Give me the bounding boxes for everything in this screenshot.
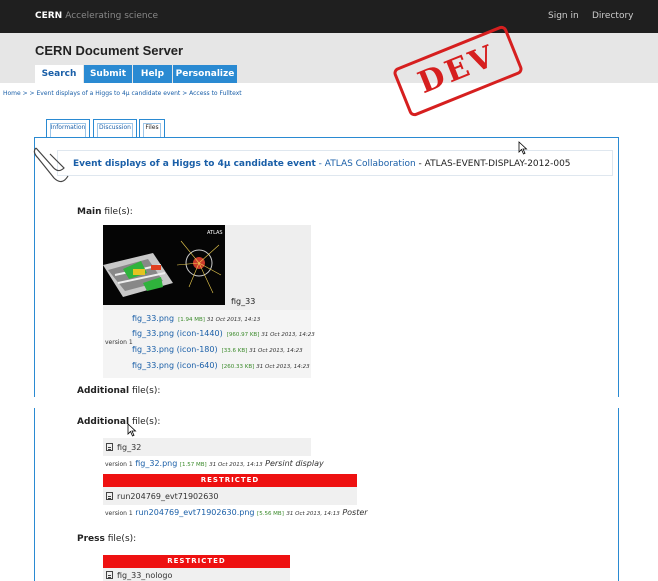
mouse-cursor-icon <box>518 141 528 155</box>
file-row: fig_33.png (icon-180) [33.6 KB] 31 Oct 201… <box>132 345 303 354</box>
event-display-image: ATLAS <box>103 225 225 305</box>
tab-information[interactable]: Information <box>46 119 90 137</box>
file-row: fig_33.png [1.94 MB] 31 Oct 2013, 14:13 <box>132 314 261 323</box>
file-link[interactable]: fig_33.png <box>132 314 174 323</box>
collaboration-link[interactable]: ATLAS Collaboration <box>325 159 416 169</box>
file-link[interactable]: fig_33.png (icon-640) <box>132 361 218 370</box>
sign-in-link[interactable]: Sign in <box>548 11 579 21</box>
file-link[interactable]: fig_32.png <box>135 459 177 468</box>
file-link[interactable]: fig_33.png (icon-180) <box>132 345 218 354</box>
file-version-row: version 1 fig_32.png [1.57 MB] 31 Oct 20… <box>105 459 324 468</box>
tab-submit[interactable]: Submit <box>84 65 132 83</box>
main-files-heading: Main file(s): <box>77 207 133 217</box>
file-title: run204769_evt71902630 <box>106 492 218 501</box>
press-files-heading: Press file(s): <box>77 534 137 544</box>
tab-files[interactable]: Files <box>139 119 165 138</box>
file-link[interactable]: fig_33.png (icon-1440) <box>132 329 223 338</box>
cern-brand[interactable]: CERN Accelerating science <box>35 11 158 21</box>
mouse-cursor-icon <box>127 423 137 437</box>
top-bar: CERN Accelerating science Sign in Directo… <box>0 0 658 33</box>
file-version-row: version 1 run204769_evt71902630.png [5.5… <box>105 508 368 517</box>
document-icon <box>106 571 113 579</box>
site-header: CERN Document Server Search Submit Help … <box>0 33 658 83</box>
file-title: fig_33_nologo <box>106 571 172 580</box>
record-id: ATLAS-EVENT-DISPLAY-2012-005 <box>424 159 571 169</box>
record-title-link[interactable]: Event displays of a Higgs to 4μ candidat… <box>73 159 316 169</box>
file-title: fig_32 <box>106 443 141 452</box>
tab-discussion[interactable]: Discussion <box>93 119 137 137</box>
tab-search[interactable]: Search <box>35 65 83 83</box>
event-display-thumbnail[interactable]: ATLAS <box>103 225 225 305</box>
document-icon <box>106 443 113 451</box>
restricted-banner: RESTRICTED <box>103 555 290 568</box>
additional-files-heading-2: Additional file(s): <box>77 417 161 427</box>
file-row: fig_33.png (icon-1440) [960.97 KB] 31 Oct … <box>132 329 315 338</box>
document-icon <box>106 492 113 500</box>
additional-files-heading: Additional file(s): <box>77 386 161 396</box>
site-title[interactable]: CERN Document Server <box>35 43 183 58</box>
breadcrumb[interactable]: Home > > Event displays of a Higgs to 4μ… <box>3 90 242 97</box>
tab-personalize[interactable]: Personalize <box>173 65 237 83</box>
atlas-logo: ATLAS <box>207 230 223 236</box>
tab-help[interactable]: Help <box>133 65 172 83</box>
file-link[interactable]: run204769_evt71902630.png <box>135 508 254 517</box>
record-title: Event displays of a Higgs to 4μ candidat… <box>73 159 571 169</box>
main-version-label: version 1 <box>105 339 133 346</box>
directory-link[interactable]: Directory <box>592 11 633 21</box>
thumbnail-caption: fig_33 <box>231 297 256 306</box>
file-row: fig_33.png (icon-640) [260.33 KB] 31 Oct 2… <box>132 361 310 370</box>
restricted-banner: RESTRICTED <box>103 474 357 487</box>
paperclip-icon <box>33 147 69 183</box>
